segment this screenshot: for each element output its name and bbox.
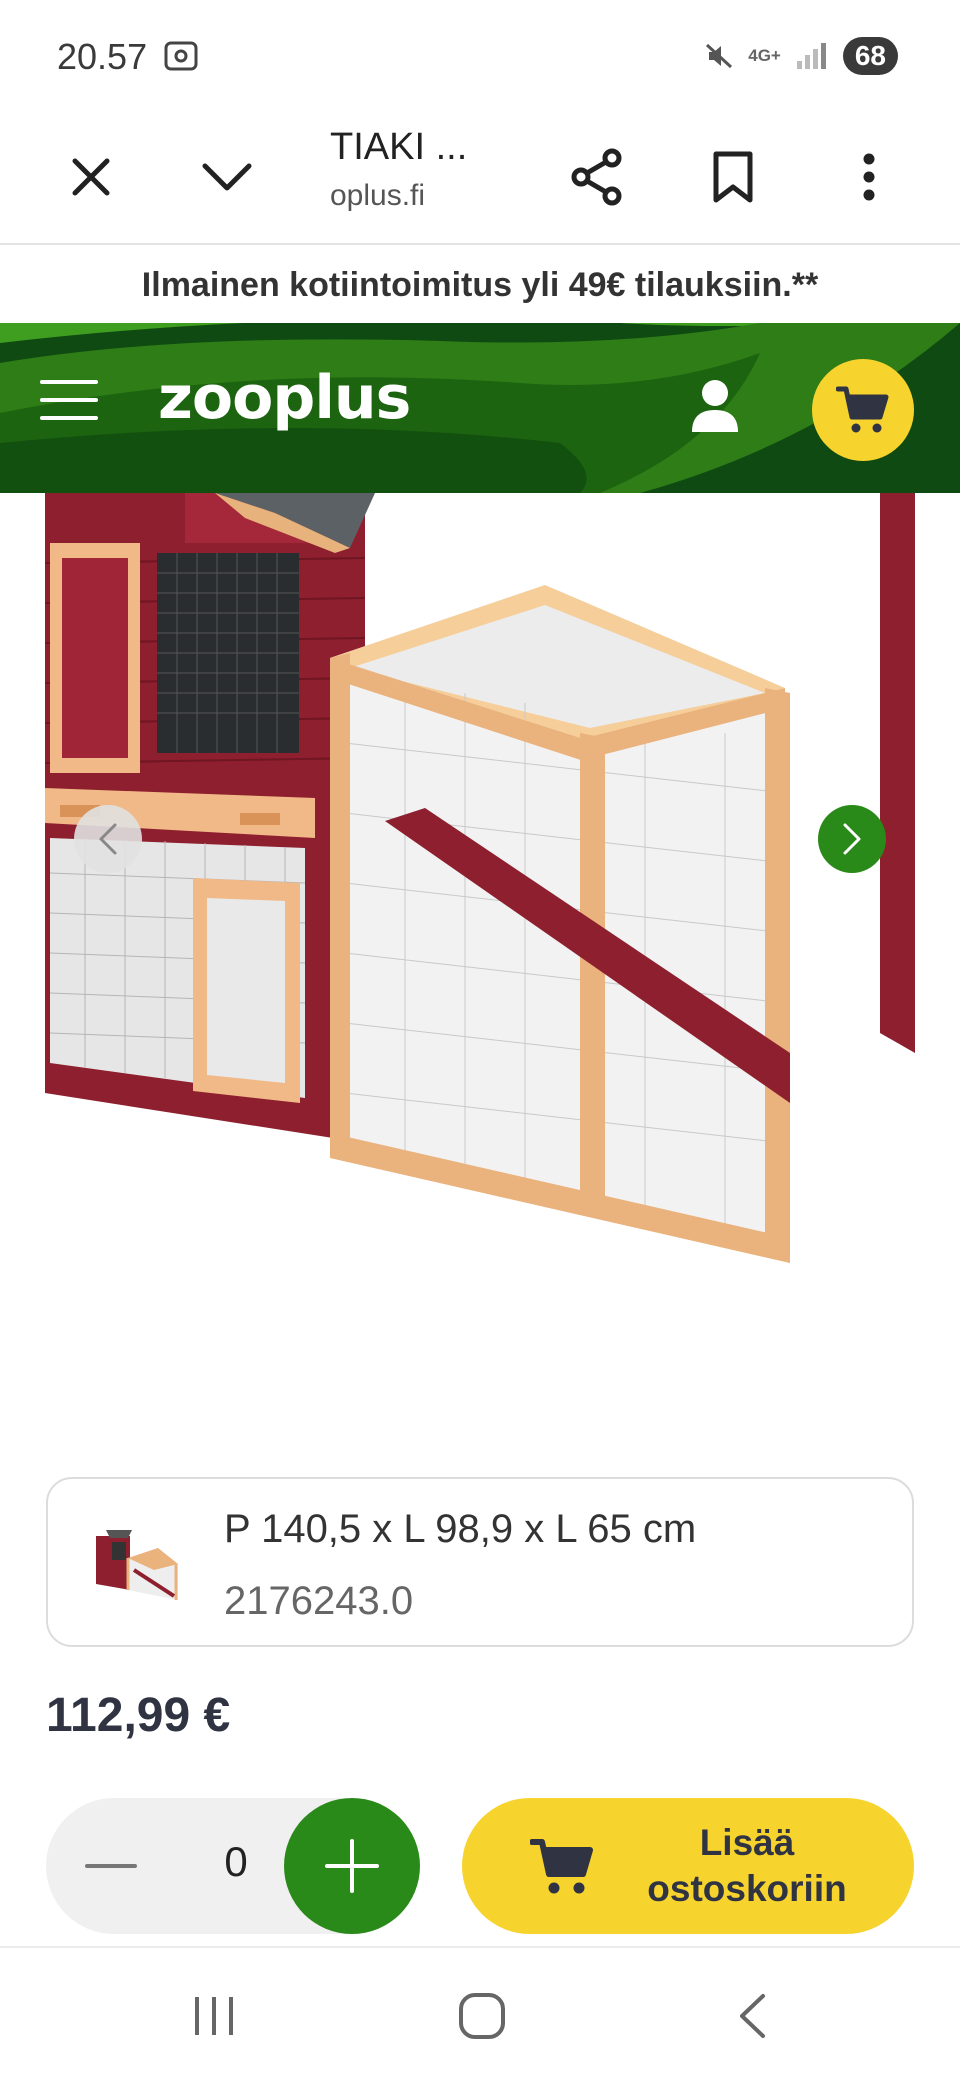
system-nav-bar bbox=[0, 1946, 960, 2080]
account-button[interactable] bbox=[690, 378, 755, 443]
quantity-decrease-button[interactable] bbox=[76, 1831, 146, 1901]
browser-toolbar: TIAKI ... oplus.fi bbox=[0, 110, 960, 245]
home-icon bbox=[459, 1993, 505, 2039]
recents-button[interactable] bbox=[174, 1976, 254, 2056]
status-time: 20.57 bbox=[57, 36, 148, 77]
product-gallery[interactable] bbox=[0, 493, 960, 1293]
gallery-prev-button[interactable] bbox=[74, 805, 142, 873]
home-button[interactable] bbox=[442, 1976, 522, 2056]
site-header: zooplus bbox=[0, 323, 960, 493]
browser-title[interactable]: TIAKI ... oplus.fi bbox=[330, 120, 550, 213]
variant-selector[interactable]: P 140,5 x L 98,9 x L 65 cm 2176243.0 bbox=[46, 1477, 914, 1647]
status-icons: 4G+ 68 bbox=[704, 36, 898, 76]
quantity-stepper: 0 bbox=[46, 1798, 420, 1934]
page-title: TIAKI ... bbox=[330, 126, 468, 168]
quantity-value[interactable]: 0 bbox=[196, 1838, 276, 1886]
cart-icon bbox=[530, 1839, 593, 1894]
product-image bbox=[45, 493, 915, 1263]
minimize-button[interactable] bbox=[182, 132, 272, 222]
chevron-left-icon bbox=[99, 823, 117, 855]
more-vert-icon bbox=[863, 153, 875, 201]
menu-icon bbox=[40, 380, 98, 420]
share-icon bbox=[571, 148, 622, 206]
bookmark-button[interactable] bbox=[688, 132, 778, 222]
menu-button[interactable] bbox=[40, 378, 120, 438]
battery-level: 68 bbox=[842, 37, 898, 75]
variant-code: 2176243.0 bbox=[224, 1579, 414, 1623]
status-bar: 20.57 4G+ 68 bbox=[0, 0, 960, 110]
zooplus-logo[interactable]: zooplus bbox=[158, 363, 411, 433]
mute-icon bbox=[706, 43, 733, 69]
user-icon bbox=[692, 380, 738, 432]
add-to-cart-line2: ostoskoriin bbox=[647, 1868, 847, 1909]
network-type: 4G+ bbox=[748, 46, 781, 65]
recents-icon bbox=[195, 1997, 233, 2035]
chevron-right-icon bbox=[843, 823, 861, 855]
cart-icon bbox=[836, 386, 889, 433]
chevron-down-icon bbox=[202, 163, 252, 191]
add-to-cart-button[interactable]: Lisää ostoskoriin bbox=[462, 1798, 914, 1934]
quantity-increase-button[interactable] bbox=[284, 1798, 420, 1934]
back-icon bbox=[740, 1994, 765, 2038]
share-button[interactable] bbox=[552, 132, 642, 222]
product-price: 112,99 € bbox=[46, 1689, 231, 1742]
add-to-cart-line1: Lisää bbox=[699, 1822, 795, 1863]
page-domain: oplus.fi bbox=[330, 179, 426, 212]
plus-icon bbox=[325, 1839, 379, 1893]
close-button[interactable] bbox=[46, 132, 136, 222]
variant-size: P 140,5 x L 98,9 x L 65 cm bbox=[224, 1507, 697, 1551]
minus-icon bbox=[85, 1864, 137, 1868]
header-cart-button[interactable] bbox=[812, 359, 914, 461]
promo-banner[interactable]: Ilmainen kotiintoimitus yli 49€ tilauksi… bbox=[0, 247, 960, 323]
variant-thumbnail bbox=[96, 1530, 178, 1600]
screenshot-icon bbox=[164, 41, 198, 71]
more-button[interactable] bbox=[824, 132, 914, 222]
back-button[interactable] bbox=[712, 1976, 792, 2056]
signal-icon bbox=[796, 43, 826, 69]
bookmark-icon bbox=[713, 151, 753, 203]
add-to-cart-label: Lisää ostoskoriin bbox=[612, 1820, 882, 1912]
gallery-next-button[interactable] bbox=[818, 805, 886, 873]
close-icon bbox=[72, 158, 110, 196]
